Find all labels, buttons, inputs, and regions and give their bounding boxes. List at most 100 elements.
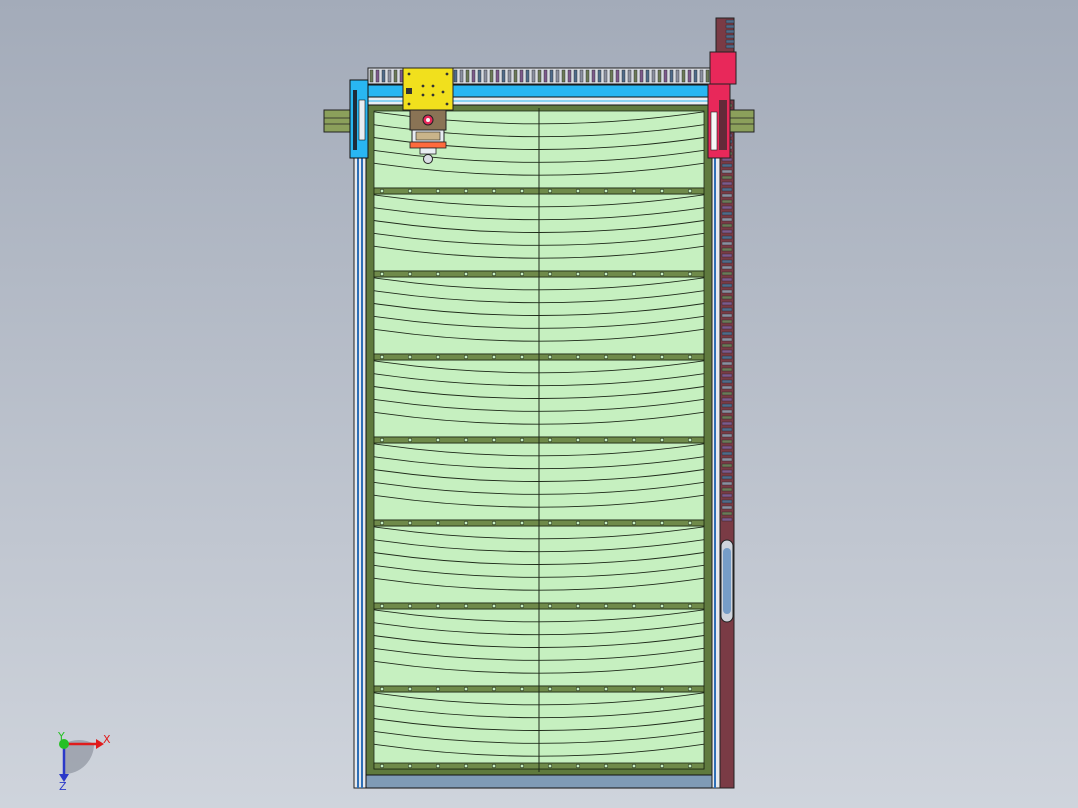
crossbar-bolt: [407, 437, 413, 443]
crossbar-bolt: [407, 520, 413, 526]
rack-tooth: [721, 445, 733, 450]
crossbar-bolt: [631, 686, 637, 692]
rack-tooth: [687, 69, 692, 83]
rack-tooth: [721, 469, 733, 474]
rack-tooth: [721, 385, 733, 390]
crossbar-bolt: [435, 188, 441, 194]
crossbar-bolt: [631, 763, 637, 769]
crossbar-bolt: [575, 520, 581, 526]
right-drive-column[interactable]: [711, 99, 735, 789]
crossbar-bolt: [575, 437, 581, 443]
left-guide-column[interactable]: [353, 79, 367, 789]
drive-motor[interactable]: [709, 51, 737, 85]
crossbar-bolt: [519, 603, 525, 609]
rack-tooth: [721, 337, 733, 342]
rack-tooth: [669, 69, 674, 83]
hoist-hook[interactable]: [423, 154, 433, 164]
crossbar-bolt: [603, 686, 609, 692]
rack-tooth: [639, 69, 644, 83]
rack-tooth: [721, 199, 733, 204]
rack-tooth: [721, 451, 733, 456]
crossbar-bolt: [407, 354, 413, 360]
crossbar-bolt: [547, 188, 553, 194]
crossbar-bolt: [575, 686, 581, 692]
crossbar-bolt: [603, 271, 609, 277]
rack-tooth: [615, 69, 620, 83]
crossbar-bolt: [379, 686, 385, 692]
rack-tooth: [609, 69, 614, 83]
rack-tooth: [721, 487, 733, 492]
crossbar-bolt: [435, 271, 441, 277]
rack-tooth: [721, 301, 733, 306]
rack-tooth: [483, 69, 488, 83]
rack-tooth: [721, 319, 733, 324]
motor-tooth: [725, 24, 735, 29]
crossbar-bolt: [631, 520, 637, 526]
rack-tooth: [721, 193, 733, 198]
rack-tooth: [381, 69, 386, 83]
rack-tooth: [721, 439, 733, 444]
screen-panel-grid[interactable]: [373, 108, 705, 772]
crossbar-bolt: [379, 520, 385, 526]
rack-tooth: [721, 493, 733, 498]
z-axis-label: Z: [59, 780, 67, 793]
crossbar-bolt: [547, 686, 553, 692]
crossbar-bolt: [687, 763, 693, 769]
rack-tooth: [507, 69, 512, 83]
crossbar-bolt: [519, 437, 525, 443]
rack-tooth: [721, 205, 733, 210]
rack-tooth: [721, 391, 733, 396]
rack-tooth: [721, 433, 733, 438]
rack-tooth: [519, 69, 524, 83]
crossbar-bolt: [575, 603, 581, 609]
crossbar-bolt: [687, 188, 693, 194]
crossbar-bolt: [463, 686, 469, 692]
rack-tooth: [721, 517, 733, 522]
gantry-left-end[interactable]: [323, 79, 369, 159]
rack-tooth: [721, 259, 733, 264]
rack-tooth: [721, 379, 733, 384]
rack-tooth: [721, 163, 733, 168]
motor-tooth: [725, 44, 735, 49]
crossbar-bolt: [491, 271, 497, 277]
rack-tooth: [597, 69, 602, 83]
rack-tooth: [721, 271, 733, 276]
crossbar-bolt: [435, 437, 441, 443]
crossbar-bolt: [407, 603, 413, 609]
rack-tooth: [721, 247, 733, 252]
motor-tooth: [725, 29, 735, 34]
cad-model-canvas[interactable]: X Y Z: [0, 0, 1078, 808]
rack-tooth: [699, 69, 704, 83]
motor-tooth: [725, 19, 735, 24]
crossbar-bolt: [547, 603, 553, 609]
crossbar-bolt: [687, 603, 693, 609]
rack-tooth: [387, 69, 392, 83]
cad-viewport[interactable]: X Y Z: [0, 0, 1078, 808]
crossbar-bolt: [603, 437, 609, 443]
rack-tooth: [663, 69, 668, 83]
crossbar-bolt: [603, 520, 609, 526]
rack-tooth: [549, 69, 554, 83]
rack-tooth: [369, 69, 374, 83]
rack-tooth: [645, 69, 650, 83]
rack-tooth: [721, 505, 733, 510]
crossbar-bolt: [491, 354, 497, 360]
rack-tooth: [721, 265, 733, 270]
rack-tooth: [721, 343, 733, 348]
crossbar-bolt: [659, 188, 665, 194]
rack-tooth: [721, 481, 733, 486]
rack-tooth: [705, 69, 710, 83]
crossbar-bolt: [491, 686, 497, 692]
crossbar-bolt: [463, 520, 469, 526]
crossbar-bolt: [491, 520, 497, 526]
rack-tooth: [633, 69, 638, 83]
crossbar-bolt: [687, 271, 693, 277]
crossbar-bolt: [659, 437, 665, 443]
coordinate-triad: X Y Z: [57, 730, 111, 793]
rack-tooth: [567, 69, 572, 83]
crossbar-bolt: [463, 437, 469, 443]
rack-tooth: [721, 355, 733, 360]
rack-tooth: [459, 69, 464, 83]
rack-tooth: [393, 69, 398, 83]
rack-tooth: [721, 511, 733, 516]
